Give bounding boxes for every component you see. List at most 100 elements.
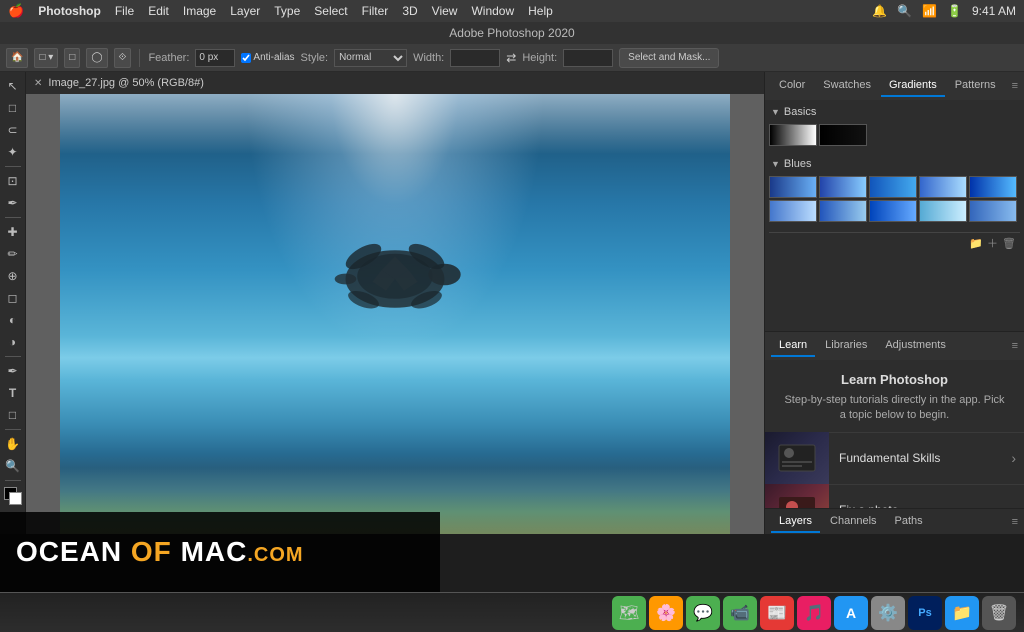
menu-edit[interactable]: Edit	[148, 4, 169, 18]
basics-group-header[interactable]: ▼ Basics	[769, 104, 1020, 120]
eraser-tool[interactable]: ◻	[3, 288, 23, 308]
dock-icon-appstore[interactable]: A	[834, 596, 868, 630]
fundamental-label: Fundamental Skills	[829, 451, 1011, 465]
rect-select[interactable]: □	[64, 48, 80, 68]
tab-gradients[interactable]: Gradients	[881, 75, 945, 97]
dock-icon-music[interactable]: 🎵	[797, 596, 831, 630]
panel-collapse-button[interactable]: ≡	[1012, 80, 1018, 92]
selection-tool[interactable]: □ ▾	[34, 48, 58, 68]
blue-swatch-7[interactable]	[819, 200, 867, 222]
tab-channels[interactable]: Channels	[822, 511, 884, 533]
dock-icon-finder[interactable]: 📁	[945, 596, 979, 630]
anti-alias-checkbox[interactable]	[241, 53, 251, 63]
apple-logo[interactable]: 🍎	[8, 3, 24, 19]
clone-tool[interactable]: ⊕	[3, 266, 23, 286]
dock-icon-preferences[interactable]: ⚙️	[871, 596, 905, 630]
move-tool[interactable]: ↖	[3, 76, 23, 96]
notification-icon[interactable]: 🔔	[872, 4, 887, 18]
zoom-tool[interactable]: 🔍	[3, 456, 23, 476]
canvas-content[interactable]	[26, 94, 764, 534]
feather-input[interactable]	[195, 49, 235, 67]
anti-alias-label: Anti-alias	[241, 52, 294, 63]
gradient-tool[interactable]: ◐	[3, 310, 23, 330]
search-icon[interactable]: 🔍	[897, 4, 912, 18]
tab-adjustments[interactable]: Adjustments	[877, 335, 954, 357]
menu-image[interactable]: Image	[183, 4, 216, 18]
height-input[interactable]	[563, 49, 613, 67]
gradients-content: ▼ Basics ▼ Blues	[765, 100, 1024, 331]
quick-select-tool[interactable]: ✦	[3, 142, 23, 162]
gradient-add-icon[interactable]: ＋	[987, 235, 998, 251]
background-color[interactable]	[9, 492, 22, 505]
menu-window[interactable]: Window	[471, 4, 514, 18]
blue-swatch-8[interactable]	[869, 200, 917, 222]
gradient-swatch-black[interactable]	[819, 124, 867, 146]
gradient-folder-icon[interactable]: 📁	[969, 237, 983, 250]
tab-close-button[interactable]: ✕	[34, 78, 42, 89]
learn-panel-collapse[interactable]: ≡	[1012, 340, 1018, 352]
menu-help[interactable]: Help	[528, 4, 553, 18]
dock-icon-trash[interactable]: 🗑	[982, 596, 1016, 630]
menu-type[interactable]: Type	[274, 4, 300, 18]
brush-tool[interactable]: ✏	[3, 244, 23, 264]
layers-panel-collapse[interactable]: ≡	[1012, 516, 1018, 528]
learn-item-fix-photo[interactable]: Fix a photo ›	[765, 484, 1024, 508]
marquee-tool[interactable]: □	[3, 98, 23, 118]
circle-select[interactable]: ◯	[86, 48, 107, 68]
menu-file[interactable]: File	[115, 4, 134, 18]
eyedropper-tool[interactable]: ✒	[3, 193, 23, 213]
pen-tool[interactable]: ✒	[3, 361, 23, 381]
blue-swatch-10[interactable]	[969, 200, 1017, 222]
gradient-delete-icon[interactable]: 🗑	[1002, 237, 1016, 250]
shape-tool[interactable]: □	[3, 405, 23, 425]
tab-swatches[interactable]: Swatches	[815, 75, 879, 97]
crop-tool[interactable]: ⊡	[3, 171, 23, 191]
lasso-select[interactable]: ⟐	[114, 48, 132, 68]
menu-3d[interactable]: 3D	[402, 4, 417, 18]
blue-swatch-1[interactable]	[769, 176, 817, 198]
home-button[interactable]: 🏠	[6, 48, 28, 68]
menu-view[interactable]: View	[432, 4, 458, 18]
blue-swatch-4[interactable]	[919, 176, 967, 198]
left-panel: ↖ □ ⊂ ✦ ⊡ ✒ ✚ ✏ ⊕ ◻ ◐ ◑ ✒ T □ ✋ 🔍	[0, 72, 26, 534]
hand-tool[interactable]: ✋	[3, 434, 23, 454]
style-select[interactable]: Normal Fixed Ratio Fixed Size	[334, 49, 407, 67]
dock-icon-news[interactable]: 📰	[760, 596, 794, 630]
blues-group: ▼ Blues	[769, 156, 1020, 226]
width-input[interactable]	[450, 49, 500, 67]
dodge-tool[interactable]: ◑	[3, 332, 23, 352]
dock-icon-facetime[interactable]: 📹	[723, 596, 757, 630]
spot-heal-tool[interactable]: ✚	[3, 222, 23, 242]
blue-swatch-5[interactable]	[969, 176, 1017, 198]
blue-swatch-6[interactable]	[769, 200, 817, 222]
blue-swatch-2[interactable]	[819, 176, 867, 198]
learn-description: Step-by-step tutorials directly in the a…	[781, 393, 1008, 424]
tab-color[interactable]: Color	[771, 75, 813, 97]
dock-icon-photos[interactable]: 🌸	[649, 596, 683, 630]
menu-layer[interactable]: Layer	[230, 4, 260, 18]
gradient-swatch-bw[interactable]	[769, 124, 817, 146]
swap-icon[interactable]: ⇄	[506, 51, 516, 65]
blue-swatch-9[interactable]	[919, 200, 967, 222]
dock-icon-photoshop[interactable]: Ps	[908, 596, 942, 630]
dock-icon-maps[interactable]: 🗺	[612, 596, 646, 630]
blue-swatch-3[interactable]	[869, 176, 917, 198]
color-box[interactable]	[4, 487, 22, 505]
dock-icon-messages[interactable]: 💬	[686, 596, 720, 630]
lasso-tool[interactable]: ⊂	[3, 120, 23, 140]
tab-libraries[interactable]: Libraries	[817, 335, 875, 357]
tab-learn[interactable]: Learn	[771, 335, 815, 357]
blues-group-header[interactable]: ▼ Blues	[769, 156, 1020, 172]
text-tool[interactable]: T	[3, 383, 23, 403]
tab-paths[interactable]: Paths	[887, 511, 931, 533]
app-name: Photoshop	[38, 4, 101, 18]
canvas-tab: ✕ Image_27.jpg @ 50% (RGB/8#)	[26, 72, 764, 94]
learn-item-fundamental[interactable]: Fundamental Skills ›	[765, 432, 1024, 484]
select-mask-button[interactable]: Select and Mask...	[619, 48, 719, 68]
fundamental-thumb	[765, 432, 829, 484]
tab-patterns[interactable]: Patterns	[947, 75, 1004, 97]
menu-select[interactable]: Select	[314, 4, 347, 18]
menu-filter[interactable]: Filter	[362, 4, 389, 18]
learn-title: Learn Photoshop	[781, 372, 1008, 387]
tab-layers[interactable]: Layers	[771, 511, 820, 533]
